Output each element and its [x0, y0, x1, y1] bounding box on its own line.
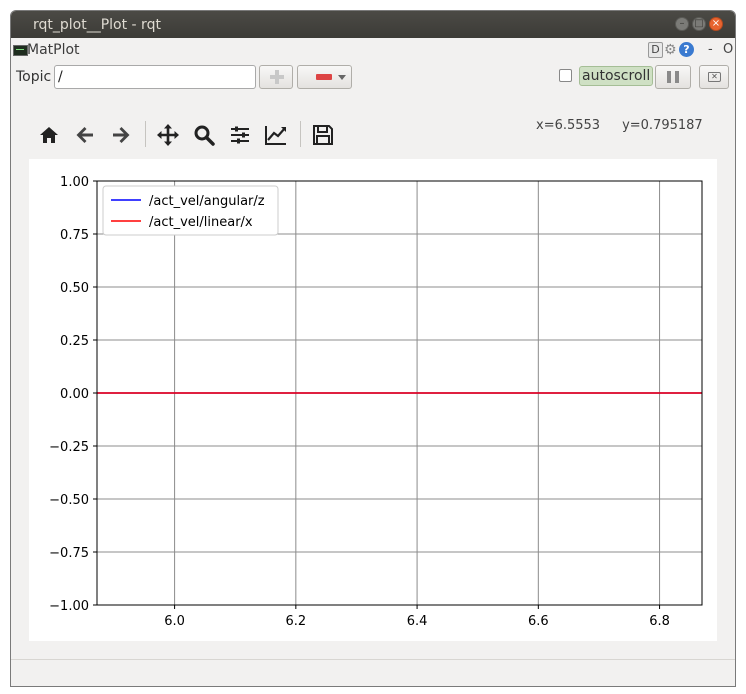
matplot-plugin-icon — [13, 45, 28, 56]
y-tick-label: 0.25 — [60, 334, 89, 349]
minimize-icon: – — [679, 18, 685, 29]
home-icon[interactable] — [37, 123, 61, 147]
status-bar — [11, 659, 735, 660]
topic-label: Topic — [16, 69, 52, 85]
toolbar-separator — [300, 121, 301, 147]
gear-icon[interactable]: ⚙ — [664, 42, 677, 58]
help-icon[interactable]: ? — [679, 42, 694, 57]
y-tick-label: −1.00 — [49, 599, 89, 614]
x-tick-label: 6.4 — [407, 614, 428, 629]
remove-topic-button[interactable] — [297, 65, 352, 89]
pause-icon — [667, 71, 671, 83]
clear-icon: ✕ — [708, 72, 721, 82]
minimize-plugin-button[interactable]: - — [708, 42, 713, 57]
y-tick-label: 0.75 — [60, 228, 89, 243]
y-tick-label: 0.00 — [60, 387, 89, 402]
title-bar[interactable]: rqt_plot__Plot - rqt – □ × — [11, 11, 735, 38]
toolbar-separator — [145, 121, 146, 147]
legend-label: /act_vel/linear/x — [149, 215, 253, 230]
x-tick-label: 6.2 — [285, 614, 306, 629]
autoscroll-checkbox[interactable] — [559, 69, 572, 82]
minus-icon — [316, 74, 332, 80]
axes-edit-icon[interactable] — [264, 123, 288, 147]
y-tick-label: −0.50 — [49, 493, 89, 508]
close-icon: × — [711, 18, 721, 29]
clear-button[interactable]: ✕ — [699, 65, 729, 89]
y-tick-label: −0.75 — [49, 546, 89, 561]
autoscroll-label[interactable]: autoscroll — [579, 66, 654, 86]
plugin-title: MatPlot — [27, 42, 80, 58]
add-topic-button[interactable] — [259, 65, 293, 89]
x-tick-label: 6.6 — [528, 614, 549, 629]
rqt-window: rqt_plot__Plot - rqt – □ × MatPlot D ⚙ ?… — [10, 10, 736, 687]
plot-canvas[interactable]: 6.0 6.2 6.4 6.6 6.8 1.00 0.75 0.50 0.25 0.00 −0.25… — [29, 159, 717, 641]
cursor-y: y=0.795187 — [622, 118, 703, 133]
y-tick-label: 1.00 — [60, 175, 89, 190]
pan-icon[interactable] — [156, 123, 180, 147]
maximize-icon: □ — [694, 18, 704, 29]
zoom-icon[interactable] — [192, 123, 216, 147]
legend-label: /act_vel/angular/z — [149, 194, 265, 209]
chevron-down-icon — [338, 75, 346, 80]
plot-figure[interactable]: 6.0 6.2 6.4 6.6 6.8 1.00 0.75 0.50 0.25 0.00 −0.25… — [29, 159, 717, 641]
cursor-coordinates: x=6.5553 y=0.795187 — [536, 118, 725, 133]
close-button[interactable]: × — [709, 17, 723, 31]
window-title: rqt_plot__Plot - rqt — [33, 17, 161, 33]
back-arrow-icon[interactable] — [73, 123, 97, 147]
x-tick-label: 6.8 — [649, 614, 670, 629]
subplot-config-icon[interactable] — [228, 123, 252, 147]
x-tick-label: 6.0 — [164, 614, 185, 629]
topic-input[interactable] — [54, 65, 256, 89]
pause-button[interactable] — [655, 65, 691, 89]
y-tick-label: 0.50 — [60, 281, 89, 296]
y-tick-label: −0.25 — [49, 440, 89, 455]
save-icon[interactable] — [311, 123, 335, 147]
dock-button[interactable]: D — [648, 42, 663, 58]
forward-arrow-icon[interactable] — [109, 123, 133, 147]
maximize-button[interactable]: □ — [692, 17, 706, 31]
plus-icon — [270, 70, 284, 84]
cursor-x: x=6.5553 — [536, 118, 601, 133]
close-plugin-button[interactable]: O — [723, 42, 733, 57]
minimize-button[interactable]: – — [675, 17, 689, 31]
